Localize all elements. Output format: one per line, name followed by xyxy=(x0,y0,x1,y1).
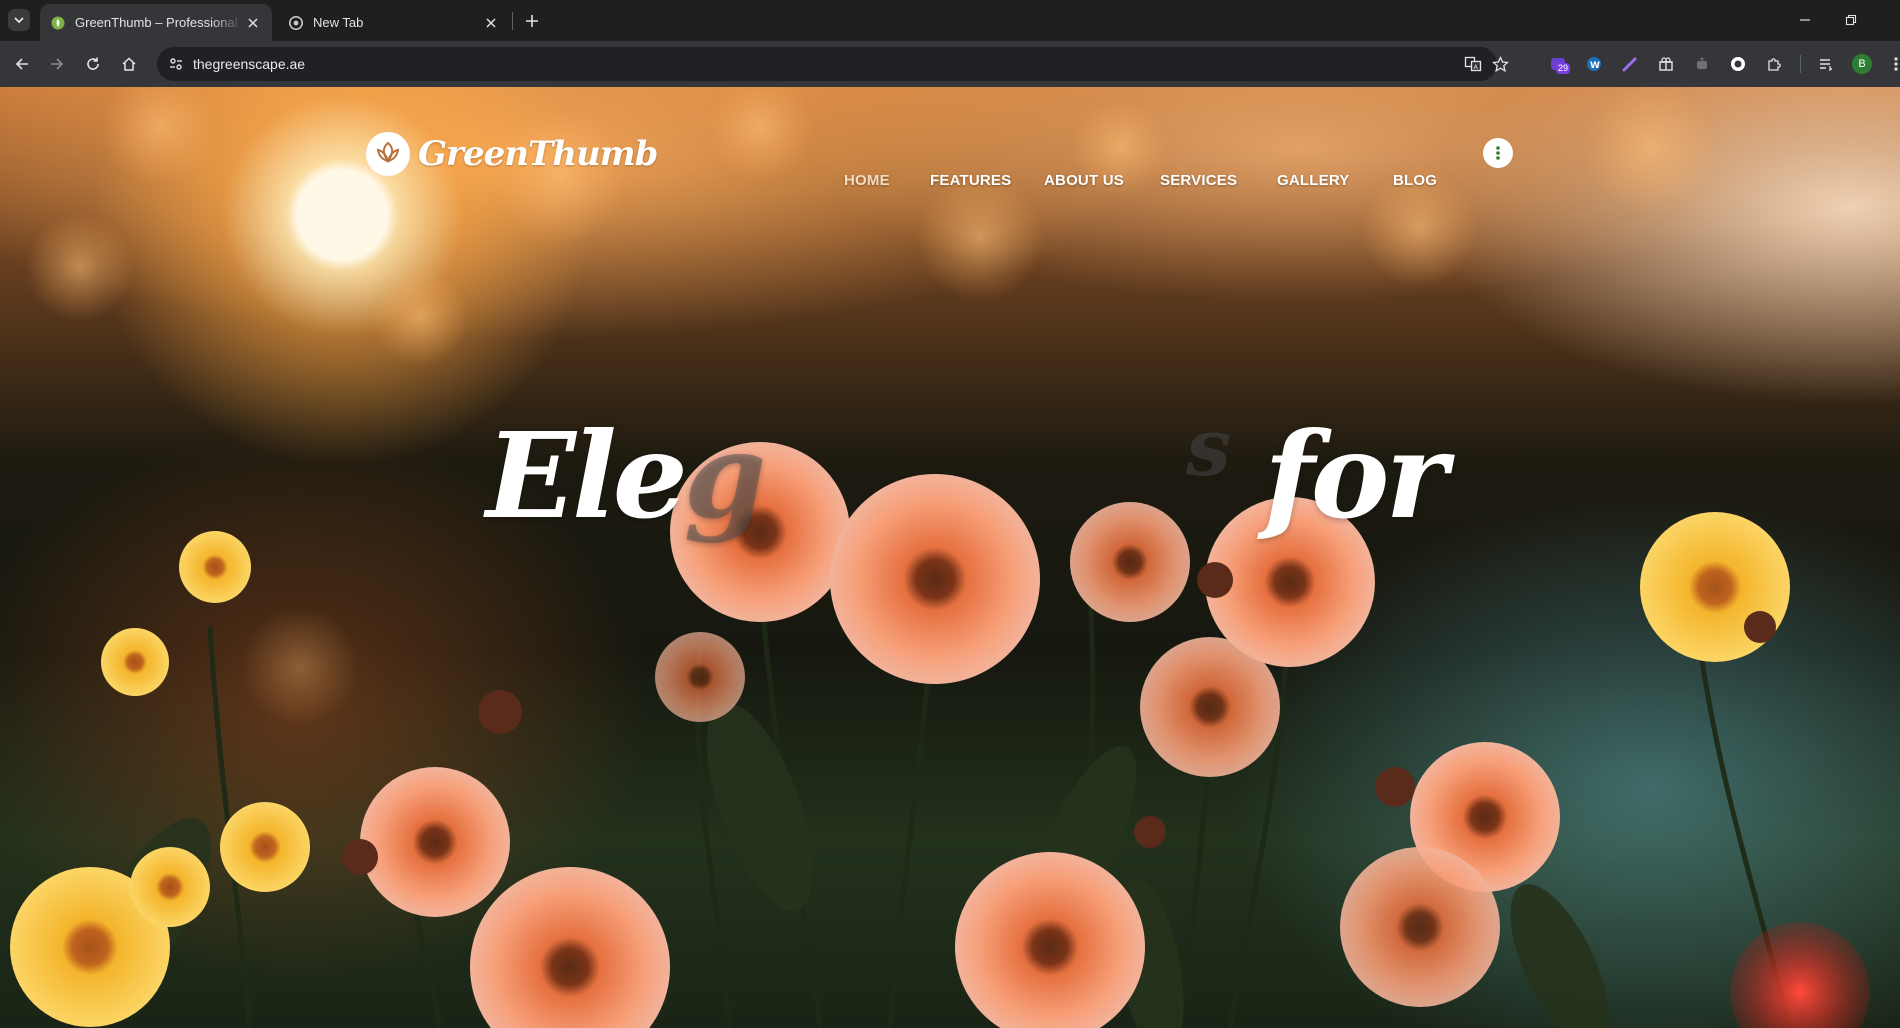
nav-features[interactable]: FEATURES xyxy=(930,172,1011,189)
site-logo[interactable]: GreenThumb xyxy=(366,132,658,176)
arrow-left-icon xyxy=(15,58,28,70)
chrome-icon xyxy=(288,15,304,31)
extension-pen-icon[interactable] xyxy=(1618,52,1642,76)
brand-name: GreenThumb xyxy=(418,134,658,174)
arrow-right-icon xyxy=(51,58,64,70)
svg-text:W: W xyxy=(1590,61,1600,71)
minimize-button[interactable] xyxy=(1782,0,1828,40)
greenthumb-favicon-icon xyxy=(50,15,66,31)
hero-heading-left: Eleg xyxy=(486,417,766,535)
page-viewport: GreenThumb HOME FEATURES ABOUT US SERVIC… xyxy=(0,87,1900,1028)
nav-services[interactable]: SERVICES xyxy=(1160,172,1237,189)
home-icon xyxy=(122,57,136,71)
menu-kebab-icon[interactable] xyxy=(1884,52,1900,76)
hero-heading-right: for xyxy=(1264,406,1448,545)
extension-wordpress-icon[interactable]: W xyxy=(1582,52,1606,76)
nav-gallery[interactable]: GALLERY xyxy=(1277,172,1350,189)
nav-blog[interactable]: BLOG xyxy=(1393,172,1437,189)
reload-icon xyxy=(87,57,99,70)
nav-more-button[interactable] xyxy=(1483,138,1513,168)
nav-about-us[interactable]: ABOUT US xyxy=(1044,172,1124,189)
tab-title: New Tab xyxy=(313,15,364,30)
hero-text-part1: Ele xyxy=(486,406,688,545)
more-vertical-icon xyxy=(1496,146,1500,160)
extension-gift-icon[interactable] xyxy=(1654,52,1678,76)
extensions-puzzle-icon[interactable] xyxy=(1762,52,1786,76)
leaf-logo-icon xyxy=(366,132,410,176)
translate-icon[interactable]: A xyxy=(1463,54,1483,74)
browser-toolbar: thegreenscape.ae A 29 W B xyxy=(0,41,1900,87)
extension-badge: 29 xyxy=(1556,63,1571,74)
bookmark-star-icon[interactable] xyxy=(1490,54,1510,74)
site-info-icon[interactable] xyxy=(166,54,186,74)
extension-robot-icon[interactable] xyxy=(1690,52,1714,76)
url-text[interactable]: thegreenscape.ae xyxy=(193,56,305,72)
reload-button[interactable] xyxy=(79,50,107,78)
tab-new-tab[interactable]: New Tab xyxy=(278,4,510,41)
close-icon[interactable] xyxy=(244,14,262,32)
extension-circle-icon[interactable] xyxy=(1726,52,1750,76)
plus-icon xyxy=(526,15,538,27)
minimize-icon xyxy=(1800,19,1810,21)
restore-icon xyxy=(1845,14,1857,26)
hero-fading-letter: s xyxy=(1186,400,1231,494)
extension-vpn-icon[interactable]: 29 xyxy=(1546,52,1571,76)
hero-text-fading: g xyxy=(683,406,766,545)
profile-avatar[interactable]: B xyxy=(1852,54,1872,74)
home-button[interactable] xyxy=(115,50,143,78)
restore-button[interactable] xyxy=(1828,0,1874,40)
reading-list-icon[interactable] xyxy=(1814,52,1838,76)
back-button[interactable] xyxy=(8,50,36,78)
nav-home[interactable]: HOME xyxy=(844,172,890,189)
hero-background-flowers xyxy=(10,87,1870,1028)
close-icon[interactable] xyxy=(482,14,500,32)
tab-title: GreenThumb – Professional Garden xyxy=(75,15,244,30)
new-tab-button[interactable] xyxy=(520,9,544,33)
toolbar-divider xyxy=(1800,55,1801,73)
forward-button[interactable] xyxy=(43,50,71,78)
tab-greenthumb[interactable]: GreenThumb – Professional Garden xyxy=(40,4,272,41)
browser-tab-strip: GreenThumb – Professional Garden New Tab xyxy=(0,0,1900,41)
chevron-down-icon xyxy=(14,17,24,24)
address-bar[interactable]: thegreenscape.ae A xyxy=(157,47,1509,81)
tab-search-button[interactable] xyxy=(8,9,30,31)
tab-divider xyxy=(512,12,513,30)
